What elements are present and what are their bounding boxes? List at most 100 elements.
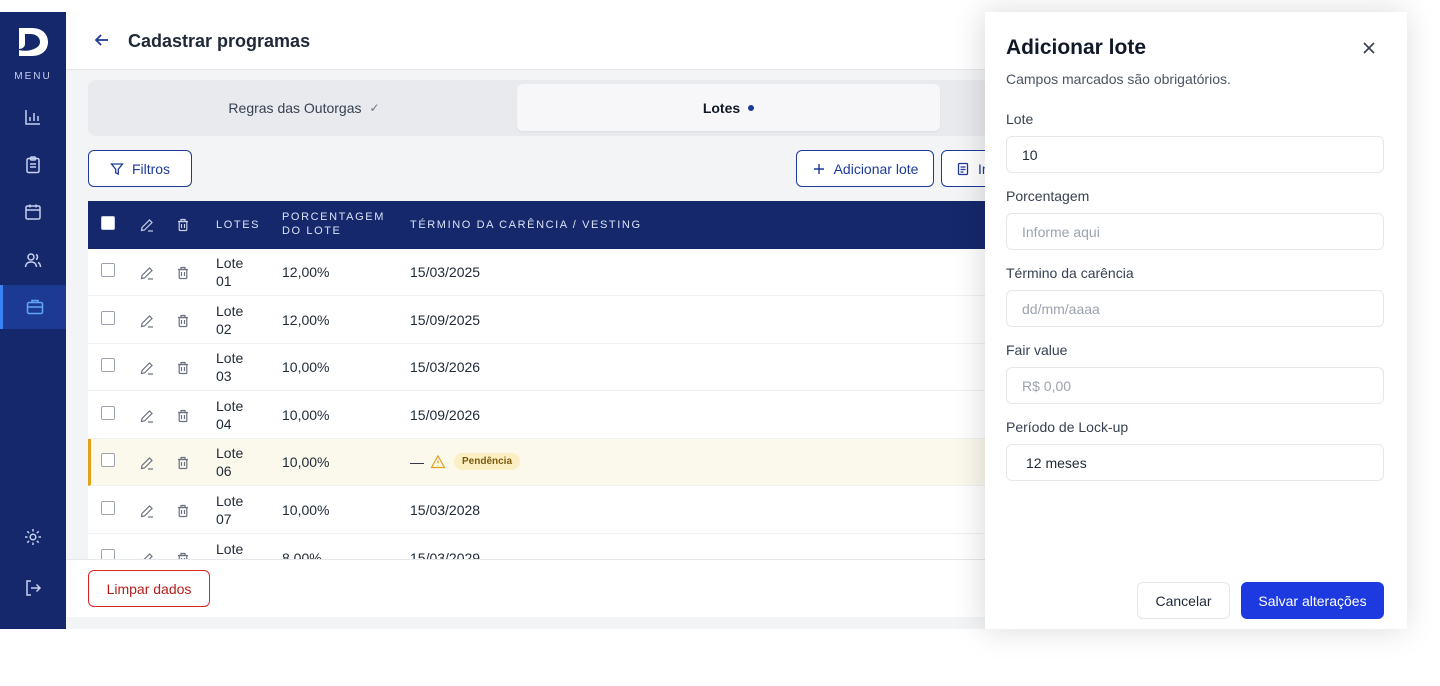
row-checkbox[interactable] bbox=[101, 453, 115, 468]
table-row: Lote 07 10,00% 15/03/2028 bbox=[88, 487, 1088, 534]
lote-cell: Lote 04 bbox=[216, 397, 243, 433]
percentage-cell: 10,00% bbox=[282, 502, 330, 518]
lockup-selected-value: 12 meses bbox=[1026, 454, 1087, 471]
calendar-icon bbox=[25, 204, 41, 220]
column-header-termino: Término da carência / Vesting bbox=[410, 219, 642, 231]
row-checkbox[interactable] bbox=[101, 358, 115, 373]
cancel-button[interactable]: Cancelar bbox=[1137, 582, 1230, 619]
porcentagem-input[interactable] bbox=[1006, 213, 1384, 250]
close-icon[interactable] bbox=[1359, 38, 1379, 58]
lockup-label: Período de Lock-up bbox=[1006, 419, 1129, 435]
active-dot-icon bbox=[748, 104, 755, 111]
check-icon: ✓ bbox=[369, 100, 380, 115]
percentage-cell: 12,00% bbox=[282, 264, 330, 280]
select-all-checkbox[interactable] bbox=[101, 216, 115, 230]
lote-cell-line: Lote bbox=[216, 493, 244, 509]
sidebar: MENU bbox=[0, 12, 66, 629]
row-checkbox[interactable] bbox=[101, 405, 115, 420]
nav-item-logout[interactable] bbox=[0, 566, 66, 610]
lote-cell-line: Lote bbox=[216, 445, 244, 462]
lote-cell-line: Lote bbox=[216, 540, 244, 557]
termino-cell: 15/09/2026 bbox=[410, 406, 481, 423]
nav-item-calendar[interactable] bbox=[0, 190, 66, 234]
percentage-cell: 12,00% bbox=[282, 311, 330, 328]
lote-label: Lote bbox=[1006, 111, 1034, 127]
table-row: Lote 04 10,00% 15/09/2026 bbox=[88, 391, 1088, 439]
batches-table: Lotes Porcentagem do lote Término da car… bbox=[88, 201, 1088, 571]
lote-cell-line: Lote bbox=[216, 302, 244, 319]
lote-cell: Lote 02 bbox=[216, 302, 243, 338]
nav-item-dashboard[interactable] bbox=[0, 95, 66, 139]
document-icon bbox=[957, 162, 969, 175]
clipboard-icon bbox=[26, 156, 40, 174]
lote-cell-line: 02 bbox=[216, 320, 232, 337]
trash-icon[interactable] bbox=[175, 503, 191, 519]
plus-icon bbox=[813, 163, 824, 174]
logout-icon bbox=[26, 580, 42, 596]
lote-cell: Lote 07 bbox=[216, 492, 243, 528]
save-button[interactable]: Salvar alterações bbox=[1241, 582, 1384, 619]
edit-icon[interactable] bbox=[139, 503, 155, 519]
lote-cell: Lote 01 bbox=[216, 254, 243, 290]
trash-icon[interactable] bbox=[175, 455, 191, 471]
lote-cell-line: Lote bbox=[216, 397, 244, 414]
porcentagem-label: Porcentagem bbox=[1006, 188, 1090, 204]
tab-bar: Regras das Outorgas ✓ Lotes bbox=[88, 80, 988, 136]
row-checkbox[interactable] bbox=[101, 501, 115, 515]
table-row: Lote 06 10,00% — Pendência bbox=[88, 439, 1088, 487]
edit-icon[interactable] bbox=[139, 217, 155, 233]
lote-cell-line: 07 bbox=[216, 511, 232, 527]
table-row: Lote 02 12,00% 15/09/2025 bbox=[88, 296, 1088, 344]
edit-icon[interactable] bbox=[139, 360, 155, 376]
column-header-lotes: Lotes bbox=[216, 219, 261, 231]
users-icon bbox=[24, 253, 42, 268]
fair-value-input[interactable] bbox=[1006, 367, 1384, 404]
tab-label: Lotes bbox=[702, 99, 741, 116]
brand-logo bbox=[19, 28, 48, 56]
tab-lotes[interactable]: Lotes bbox=[517, 84, 940, 131]
termino-date-input[interactable] bbox=[1006, 290, 1384, 327]
trash-icon[interactable] bbox=[175, 313, 191, 329]
lote-input[interactable] bbox=[1006, 136, 1384, 173]
nav-item-programs[interactable] bbox=[0, 143, 66, 187]
back-arrow-icon[interactable] bbox=[92, 30, 112, 50]
lote-cell-line: 01 bbox=[216, 273, 232, 289]
panel-title: Adicionar lote bbox=[1006, 36, 1147, 59]
trash-icon[interactable] bbox=[175, 265, 191, 281]
termino-cell: 15/03/2025 bbox=[410, 264, 481, 280]
add-batch-panel: Adicionar lote Campos marcados são obrig… bbox=[985, 12, 1407, 629]
lockup-select[interactable]: 12 meses bbox=[1006, 444, 1384, 481]
column-header-porcentagem: Porcentagem do lote bbox=[282, 210, 385, 238]
tab-regras-outorgas[interactable]: Regras das Outorgas ✓ bbox=[92, 84, 516, 131]
nav-item-portfolio[interactable] bbox=[0, 285, 66, 329]
briefcase-icon bbox=[26, 299, 43, 315]
filters-button[interactable]: Filtros bbox=[88, 150, 192, 187]
nav-item-users[interactable] bbox=[0, 238, 66, 282]
add-batch-label: Adicionar lote bbox=[833, 160, 919, 177]
nav-item-settings[interactable] bbox=[0, 515, 66, 559]
menu-label: MENU bbox=[14, 71, 52, 82]
lote-cell-line: 03 bbox=[216, 368, 232, 385]
termino-cell: 15/03/2028 bbox=[410, 502, 481, 518]
clear-data-button[interactable]: Limpar dados bbox=[88, 570, 210, 607]
edit-icon[interactable] bbox=[139, 455, 155, 471]
edit-icon[interactable] bbox=[139, 313, 155, 329]
chart-icon bbox=[25, 110, 40, 125]
row-checkbox[interactable] bbox=[101, 310, 115, 325]
termino-cell: 15/09/2025 bbox=[410, 311, 481, 328]
trash-icon[interactable] bbox=[175, 408, 191, 424]
edit-icon[interactable] bbox=[139, 265, 155, 281]
trash-icon[interactable] bbox=[175, 217, 191, 233]
warning-icon bbox=[430, 455, 446, 469]
row-checkbox[interactable] bbox=[101, 263, 115, 277]
lote-cell-line: 04 bbox=[216, 415, 232, 432]
edit-icon[interactable] bbox=[139, 408, 155, 424]
gear-icon bbox=[25, 529, 41, 545]
add-batch-button[interactable]: Adicionar lote bbox=[796, 150, 934, 187]
table-header: Lotes Porcentagem do lote Término da car… bbox=[88, 201, 1088, 249]
lote-cell-line: Lote bbox=[216, 255, 244, 271]
percentage-cell: 10,00% bbox=[282, 454, 330, 471]
filter-icon bbox=[110, 162, 124, 175]
lote-cell-line: Lote bbox=[216, 350, 244, 367]
trash-icon[interactable] bbox=[175, 360, 191, 376]
